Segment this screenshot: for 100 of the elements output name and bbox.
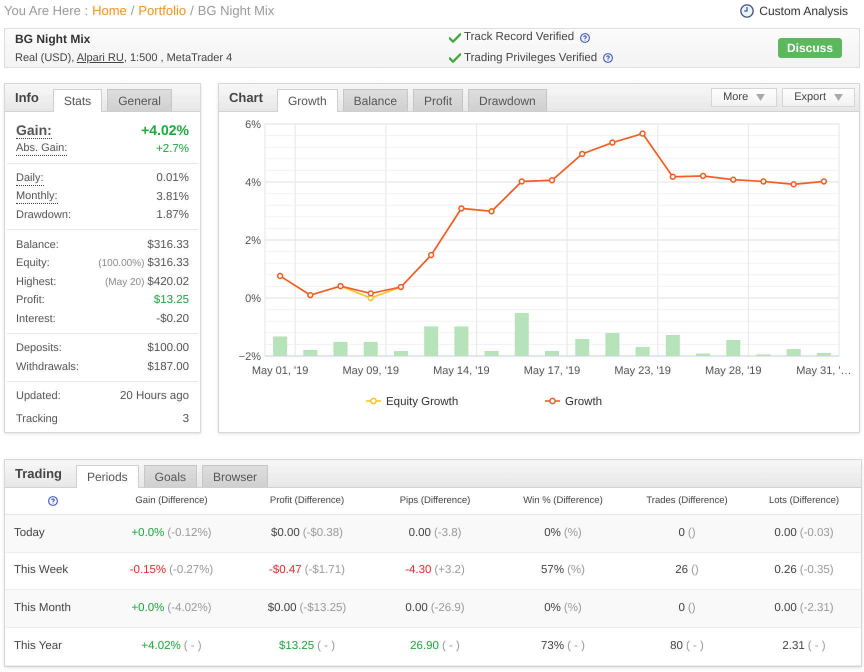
period-value: -$0.47 (269, 563, 302, 578)
period-label: This Year (13, 638, 63, 654)
period-value: 26.90 (410, 638, 439, 654)
tab[interactable]: Periods (76, 465, 139, 488)
dropdown-button[interactable]: Export (782, 88, 855, 107)
stat-label: Profit: (16, 294, 45, 308)
axis-label: May 23, '19 (614, 365, 671, 377)
difference-value: (-0.35) (800, 563, 834, 578)
breadcrumb-prefix: You Are Here : (4, 2, 88, 20)
tab[interactable]: Browser (202, 465, 268, 487)
stat-label: Daily: (16, 172, 44, 186)
help-icon[interactable] (603, 53, 614, 64)
difference-value: () (688, 526, 696, 541)
period-value: +4.02% (141, 638, 181, 654)
stat-label: Abs. Gain: (16, 142, 68, 156)
stat-value: $187.00 (147, 360, 189, 375)
stat-value: 3.81% (156, 190, 189, 205)
difference-value: ( - ) (442, 638, 460, 654)
difference-value: (-3.8) (434, 526, 462, 541)
bar (786, 349, 801, 356)
dropdown-button[interactable]: More (711, 88, 778, 107)
bar (636, 347, 650, 356)
help-icon[interactable] (580, 32, 590, 43)
bar (273, 336, 288, 356)
stat-value: $100.00 (147, 341, 189, 356)
stat-label: Equity: (16, 257, 50, 270)
difference-value: (-$1.71) (304, 563, 345, 578)
difference-value: (-$0.38) (302, 526, 344, 541)
broker-link[interactable]: Alpari RU (76, 52, 124, 64)
tab[interactable]: Profit (413, 89, 464, 111)
tab[interactable]: Growth (276, 89, 338, 112)
difference-value: (-0.27%) (169, 563, 214, 578)
period-value: -4.30 (405, 563, 432, 578)
stat-label: Balance: (16, 238, 59, 252)
stat-label: Tracking (16, 413, 58, 426)
period-value: 26 (675, 563, 688, 578)
help-icon[interactable] (48, 496, 58, 506)
stat-value: 0.01% (156, 171, 189, 186)
stat-value: +2.7% (156, 142, 189, 157)
difference-value: ( - ) (317, 638, 336, 654)
axis-label: 2% (245, 235, 261, 247)
column-header: Gain (Difference) (134, 494, 209, 508)
period-value: 0.00 (774, 526, 797, 541)
stat-label: Monthly: (16, 190, 58, 204)
difference-value: (%) (564, 601, 582, 616)
difference-value: (%) (567, 563, 585, 578)
custom-analysis-link[interactable]: Custom Analysis (740, 2, 848, 20)
bar (514, 313, 529, 356)
breadcrumb-current: BG Night Mix (198, 2, 274, 20)
bar (726, 340, 740, 356)
difference-value: (+3.2) (434, 563, 465, 578)
column-header: Lots (Difference) (768, 494, 840, 508)
period-value: $0.00 (270, 526, 300, 541)
period-label: Today (13, 526, 46, 541)
legend-marker-icon (366, 398, 381, 404)
difference-value: ( - ) (686, 638, 704, 654)
verification-label: Track Record Verified (464, 30, 574, 46)
bar (364, 342, 378, 356)
period-value: 73% (541, 638, 564, 654)
axis-label: May 01, '19 (252, 365, 308, 377)
legend-label[interactable]: Growth (565, 396, 602, 408)
bar (575, 339, 590, 356)
tab[interactable]: Balance (342, 89, 408, 111)
tab[interactable]: Goals (144, 465, 197, 487)
period-value: 0.00 (774, 601, 797, 616)
axis-label: 0% (245, 293, 261, 305)
axis-label: 6% (245, 119, 261, 131)
difference-value: ( - ) (567, 638, 585, 654)
stat-note: (May 20) (104, 276, 144, 290)
tab[interactable]: General (107, 89, 172, 111)
period-value: 0 (678, 526, 685, 541)
breadcrumb-separator: / (190, 2, 194, 20)
stat-value: $13.25 (154, 293, 189, 308)
difference-value: ( - ) (808, 638, 826, 654)
tab[interactable]: Stats (52, 89, 102, 112)
difference-value: (%) (564, 526, 582, 541)
axis-label: May 31, '… (796, 365, 852, 377)
clock-icon (740, 4, 754, 18)
panel-title: Trading (15, 464, 62, 483)
stat-note: (100.00%) (98, 257, 144, 272)
period-value: +0.0% (131, 601, 164, 616)
period-label: This Week (13, 563, 70, 578)
stat-value: $420.02 (147, 274, 189, 290)
bar (303, 350, 318, 356)
stat-value: 3 (182, 412, 189, 428)
legend-marker-icon (545, 398, 560, 404)
tab[interactable]: Drawdown (468, 89, 547, 111)
bar (816, 353, 831, 356)
stat-label: Withdrawals: (16, 360, 79, 374)
period-value: $13.25 (278, 638, 314, 654)
stat-label: Highest: (16, 276, 56, 289)
stat-value: $316.33 (147, 256, 189, 272)
period-value: 0.26 (774, 563, 797, 578)
verification-label: Trading Privileges Verified (464, 50, 598, 66)
legend-label[interactable]: Equity Growth (386, 396, 458, 408)
difference-value: (-0.12%) (167, 526, 212, 541)
period-value: 0.00 (405, 601, 428, 616)
column-header: Profit (Difference) (268, 494, 346, 508)
difference-value: (-$13.25) (300, 601, 346, 616)
stat-value: $316.33 (147, 238, 189, 253)
